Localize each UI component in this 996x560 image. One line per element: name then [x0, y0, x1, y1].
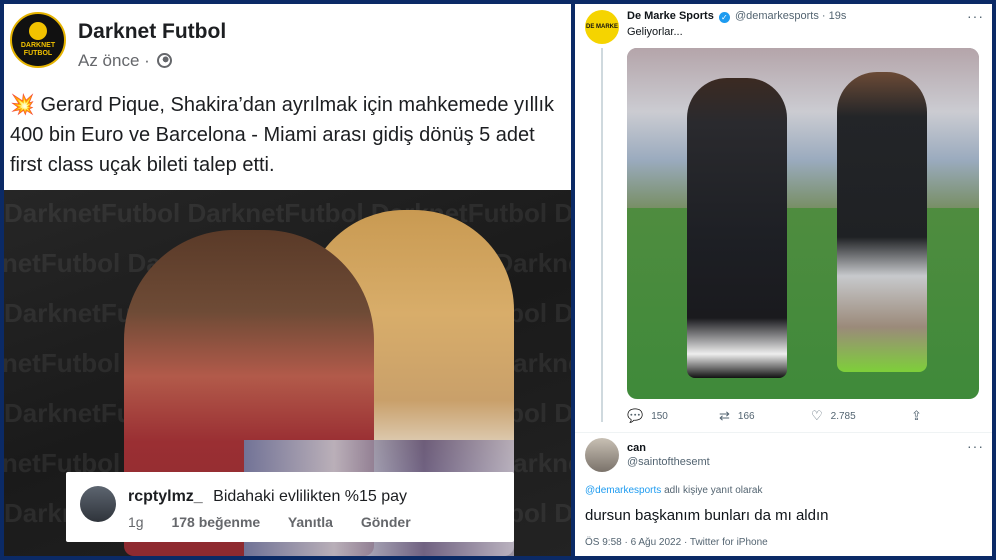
share-action[interactable]: ⇪ — [911, 408, 930, 424]
reply-icon: 💬 — [627, 408, 644, 423]
comment-reply-button[interactable]: Yanıtla — [288, 514, 333, 530]
reply-count: 150 — [651, 410, 668, 422]
reply-mention-link[interactable]: @demarkesports — [585, 485, 661, 496]
verified-badge-icon: ✓ — [718, 12, 730, 23]
reply-author-handle[interactable]: @saintofthesemt — [627, 456, 710, 468]
page-avatar[interactable]: DARKNET FUTBOL — [10, 12, 66, 68]
replying-to-label: adlı kişiye yanıt olarak — [661, 485, 763, 496]
comment-time: 1g — [128, 514, 144, 530]
like-action[interactable]: ♡ 2.785 — [811, 408, 856, 424]
page-name[interactable]: Darknet Futbol — [78, 20, 226, 44]
reply-action[interactable]: 💬 150 — [627, 408, 668, 424]
tweet-text: Geliyorlar... — [627, 26, 683, 38]
header-separator: · — [821, 10, 826, 22]
football-icon — [29, 22, 47, 40]
heart-icon: ♡ — [811, 408, 823, 423]
meta-separator: · — [144, 51, 150, 70]
comment-send-button[interactable]: Gönder — [361, 514, 411, 530]
collision-emoji: 💥 — [10, 94, 35, 116]
watermark-row: DarknetFutbol DarknetFutbol DarknetFutbo… — [4, 198, 571, 228]
post-meta: Az önce · — [78, 51, 172, 71]
comment-avatar[interactable] — [80, 486, 116, 522]
tweet-more-icon[interactable]: ··· — [967, 8, 984, 24]
reply-meta: ÖS 9:58 · 6 Ağu 2022 · Twitter for iPhon… — [585, 537, 768, 548]
post-body: Gerard Pique, Shakira’dan ayrılmak için … — [10, 94, 555, 176]
comment-actions: 1g 178 beğenme Yanıtla Gönder — [128, 514, 435, 530]
photo-player-left — [687, 78, 787, 378]
thread-line — [601, 48, 603, 422]
retweet-action[interactable]: ⇄ 166 — [719, 408, 755, 424]
comment-card: rcptylmz_ Bidahaki evlilikten %15 pay 1g… — [66, 472, 514, 542]
like-count: 2.785 — [830, 410, 856, 422]
tweet-header: De Marke Sports ✓ @demarkesports · 19s — [627, 10, 846, 23]
tweet-author-handle[interactable]: @demarkesports — [735, 10, 819, 22]
comment-username[interactable]: rcptylmz_ — [128, 488, 203, 505]
divider — [575, 432, 992, 433]
tweet-avatar[interactable]: DE MARKE — [585, 10, 619, 44]
tweet-author-name[interactable]: De Marke Sports — [627, 10, 714, 22]
tweet-actions: 💬 150 ⇄ 166 ♡ 2.785 ⇪ — [627, 408, 979, 428]
post-header: DARKNET FUTBOL Darknet Futbol Az önce · — [4, 4, 571, 84]
globe-icon — [156, 53, 172, 68]
post-text: 💥 Gerard Pique, Shakira’dan ayrılmak içi… — [10, 90, 566, 180]
comment-line: rcptylmz_ Bidahaki evlilikten %15 pay — [128, 488, 407, 506]
replying-to: @demarkesports adlı kişiye yanıt olarak — [585, 485, 762, 496]
reply-more-icon[interactable]: ··· — [967, 438, 984, 454]
twitter-thread: DE MARKE De Marke Sports ✓ @demarkesport… — [575, 4, 992, 556]
tweet-time[interactable]: 19s — [829, 10, 847, 22]
photo-player-right — [837, 72, 927, 372]
retweet-icon: ⇄ — [719, 408, 730, 423]
retweet-count: 166 — [737, 410, 755, 422]
facebook-post: DARKNET FUTBOL Darknet Futbol Az önce · … — [4, 4, 571, 556]
share-icon: ⇪ — [911, 408, 922, 423]
reply-avatar[interactable] — [585, 438, 619, 472]
reply-text: dursun başkanım bunları da mı aldın — [585, 507, 829, 524]
tweet-photo[interactable] — [627, 48, 979, 399]
comment-likes[interactable]: 178 beğenme — [171, 514, 260, 530]
post-time[interactable]: Az önce — [78, 51, 139, 70]
avatar-logo-text: DARKNET FUTBOL — [20, 42, 56, 57]
reply-author-name[interactable]: can — [627, 442, 646, 454]
comment-text: Bidahaki evlilikten %15 pay — [213, 488, 408, 505]
